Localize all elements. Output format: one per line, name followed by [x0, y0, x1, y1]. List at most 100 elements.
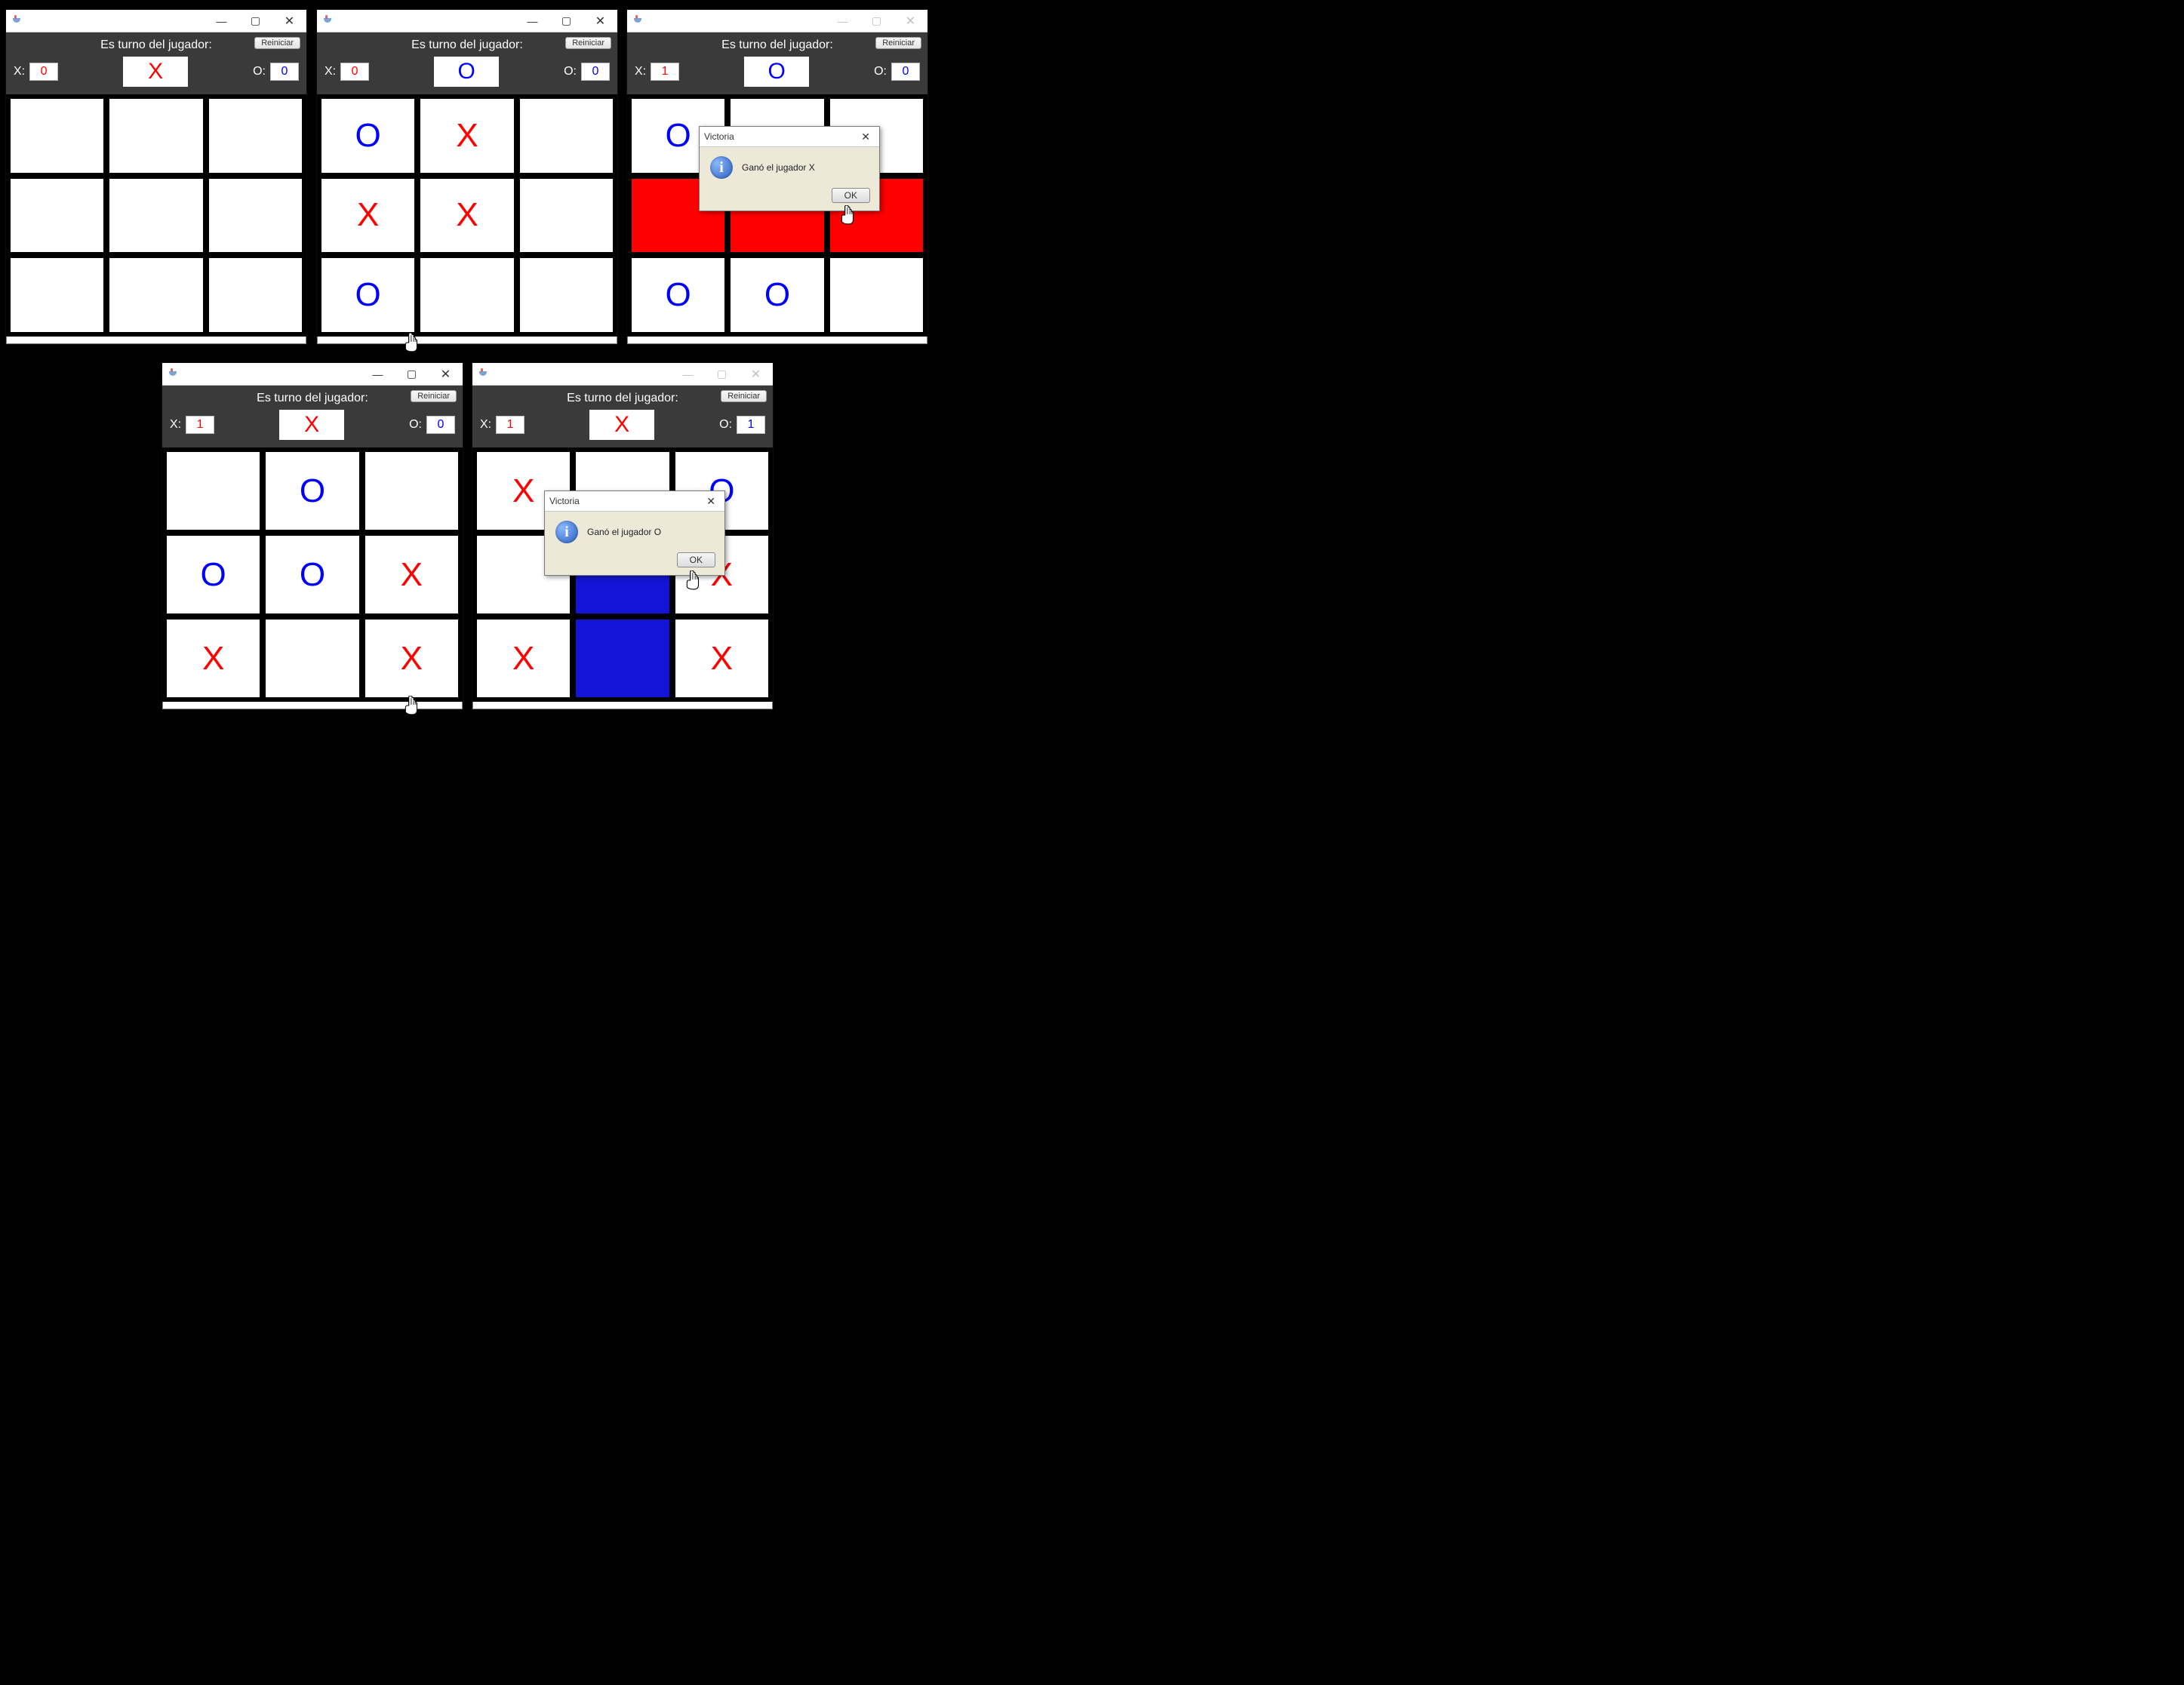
- score-o-label: O:: [409, 418, 422, 432]
- score-x-value: 1: [496, 416, 524, 434]
- score-o-label: O:: [719, 418, 732, 432]
- board-cell-7[interactable]: [420, 258, 513, 332]
- score-x-value: 0: [340, 63, 369, 81]
- board-cell-1[interactable]: O: [266, 452, 358, 530]
- dialog-message: Ganó el jugador O: [587, 527, 661, 537]
- victory-dialog[interactable]: Victoria ✕ i Ganó el jugador O OK: [544, 490, 725, 576]
- board-cell-3[interactable]: O: [167, 536, 260, 613]
- board-cell-6[interactable]: O: [321, 258, 414, 332]
- board-cell-5[interactable]: X: [365, 536, 458, 613]
- dialog-title: Victoria: [704, 131, 734, 142]
- board-cell-7[interactable]: [266, 620, 358, 697]
- window-titlebar[interactable]: — ▢ ✕: [472, 363, 773, 386]
- game-board: OXXXO: [317, 94, 617, 337]
- game-board: OOOXXX: [162, 447, 463, 702]
- java-icon: [167, 368, 179, 380]
- board-cell-5[interactable]: [209, 179, 302, 253]
- score-o-label: O:: [564, 65, 577, 78]
- board-cell-7[interactable]: [576, 620, 669, 697]
- board-cell-6[interactable]: X: [477, 620, 570, 697]
- board-cell-2[interactable]: [365, 452, 458, 530]
- dialog-close-button[interactable]: ✕: [857, 131, 875, 143]
- java-icon: [477, 368, 489, 380]
- java-icon: [321, 15, 334, 27]
- board-cell-1[interactable]: X: [420, 99, 513, 173]
- info-icon: i: [710, 156, 733, 179]
- minimize-button[interactable]: —: [361, 363, 395, 385]
- victory-dialog[interactable]: Victoria ✕ i Ganó el jugador X OK: [699, 126, 880, 211]
- board-cell-8[interactable]: [209, 258, 302, 332]
- restart-button[interactable]: Reiniciar: [875, 37, 921, 49]
- window-titlebar[interactable]: — ▢ ✕: [627, 10, 927, 32]
- maximize-button[interactable]: ▢: [395, 363, 429, 385]
- minimize-button[interactable]: —: [671, 363, 705, 385]
- window-titlebar[interactable]: — ▢ ✕: [162, 363, 463, 386]
- restart-button[interactable]: Reiniciar: [411, 390, 457, 402]
- board-cell-6[interactable]: X: [167, 620, 260, 697]
- maximize-button[interactable]: ▢: [705, 363, 739, 385]
- restart-button[interactable]: Reiniciar: [254, 37, 300, 49]
- score-header: Es turno del jugador: Reiniciar X: 1 X O…: [472, 386, 773, 447]
- score-o-value: 0: [270, 63, 299, 81]
- board-cell-5[interactable]: [520, 179, 613, 253]
- dialog-title: Victoria: [549, 496, 580, 506]
- current-turn-indicator: X: [123, 57, 188, 87]
- window-titlebar[interactable]: — ▢ ✕: [317, 10, 617, 32]
- score-o-value: 1: [737, 416, 765, 434]
- info-icon: i: [555, 521, 578, 543]
- score-header: Es turno del jugador: Reiniciar X: 1 X O…: [162, 386, 463, 447]
- dialog-close-button[interactable]: ✕: [702, 495, 720, 508]
- board-cell-3[interactable]: [11, 179, 103, 253]
- close-button[interactable]: ✕: [894, 10, 927, 32]
- board-cell-0[interactable]: [167, 452, 260, 530]
- java-icon: [11, 15, 23, 27]
- maximize-button[interactable]: ▢: [238, 10, 272, 32]
- minimize-button[interactable]: —: [826, 10, 860, 32]
- restart-button[interactable]: Reiniciar: [721, 390, 767, 402]
- maximize-button[interactable]: ▢: [549, 10, 583, 32]
- board-cell-6[interactable]: O: [632, 258, 724, 332]
- board-cell-2[interactable]: [520, 99, 613, 173]
- board-cell-6[interactable]: [11, 258, 103, 332]
- close-button[interactable]: ✕: [583, 10, 617, 32]
- window-titlebar[interactable]: — ▢ ✕: [6, 10, 306, 32]
- game-board: [6, 94, 306, 337]
- board-cell-8[interactable]: X: [365, 620, 458, 697]
- minimize-button[interactable]: —: [515, 10, 549, 32]
- board-cell-4[interactable]: X: [420, 179, 513, 253]
- restart-button[interactable]: Reiniciar: [565, 37, 611, 49]
- score-x-label: X:: [170, 418, 181, 432]
- java-icon: [632, 15, 644, 27]
- maximize-button[interactable]: ▢: [860, 10, 894, 32]
- board-cell-8[interactable]: [830, 258, 923, 332]
- dialog-message: Ganó el jugador X: [742, 162, 815, 173]
- score-header: Es turno del jugador: Reiniciar X: 0 X O…: [6, 32, 306, 94]
- board-cell-4[interactable]: O: [266, 536, 358, 613]
- board-cell-8[interactable]: X: [675, 620, 768, 697]
- current-turn-indicator: X: [589, 410, 654, 440]
- board-cell-2[interactable]: [209, 99, 302, 173]
- dialog-ok-button[interactable]: OK: [677, 552, 715, 567]
- board-cell-1[interactable]: [109, 99, 202, 173]
- score-x-label: X:: [14, 65, 25, 78]
- board-cell-8[interactable]: [520, 258, 613, 332]
- board-cell-7[interactable]: O: [731, 258, 823, 332]
- board-cell-0[interactable]: O: [321, 99, 414, 173]
- close-button[interactable]: ✕: [429, 363, 463, 385]
- score-o-value: 0: [891, 63, 920, 81]
- score-o-label: O:: [874, 65, 887, 78]
- score-o-label: O:: [253, 65, 266, 78]
- score-x-label: X:: [635, 65, 646, 78]
- board-cell-7[interactable]: [109, 258, 202, 332]
- close-button[interactable]: ✕: [739, 363, 773, 385]
- board-cell-4[interactable]: [109, 179, 202, 253]
- minimize-button[interactable]: —: [205, 10, 238, 32]
- board-cell-3[interactable]: X: [321, 179, 414, 253]
- board-cell-0[interactable]: [11, 99, 103, 173]
- current-turn-indicator: O: [744, 57, 809, 87]
- close-button[interactable]: ✕: [272, 10, 306, 32]
- dialog-ok-button[interactable]: OK: [832, 188, 870, 203]
- current-turn-indicator: O: [434, 57, 499, 87]
- score-x-value: 1: [186, 416, 214, 434]
- score-o-value: 0: [581, 63, 610, 81]
